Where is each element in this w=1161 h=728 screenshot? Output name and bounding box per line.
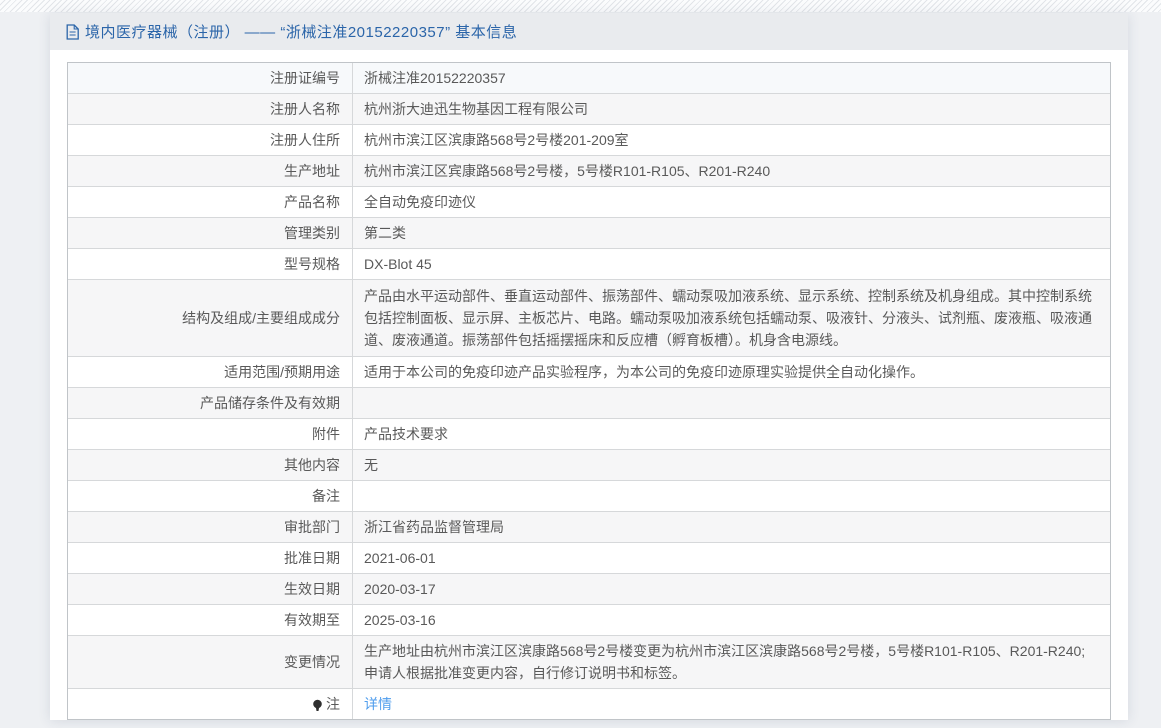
row-value: DX-Blot 45 — [364, 256, 432, 272]
row-value: 全自动免疫印迹仪 — [364, 194, 476, 210]
title-bar: 境内医疗器械（注册） —— “浙械注准20152220357” 基本信息 — [50, 13, 1128, 50]
row-value: 无 — [364, 457, 378, 473]
note-label: 注 — [326, 696, 340, 712]
row-value: 杭州浙大迪迅生物基因工程有限公司 — [364, 101, 588, 117]
row-value: 适用于本公司的免疫印迹产品实验程序，为本公司的免疫印迹原理实验提供全自动化操作。 — [364, 364, 924, 380]
row-value: 生产地址由杭州市滨江区滨康路568号2号楼变更为杭州市滨江区滨康路568号2号楼… — [364, 643, 1086, 681]
row-label: 结构及组成/主要组成成分 — [68, 280, 353, 356]
table-row-structure-composition: 结构及组成/主要组成成分 产品由水平运动部件、垂直运动部件、振荡部件、蠕动泵吸加… — [68, 280, 1110, 357]
row-label: 注册人住所 — [68, 125, 353, 155]
row-value: 2020-03-17 — [364, 581, 436, 597]
top-hatch-strip — [0, 0, 1161, 12]
table-row-expiry-date: 有效期至 2025-03-16 — [68, 605, 1110, 636]
row-label: 注册证编号 — [68, 63, 353, 93]
table-row-management-category: 管理类别 第二类 — [68, 218, 1110, 249]
page-title: 境内医疗器械（注册） —— “浙械注准20152220357” 基本信息 — [85, 24, 518, 41]
row-label: 适用范围/预期用途 — [68, 357, 353, 387]
row-label: 变更情况 — [68, 636, 353, 688]
row-label: 批准日期 — [68, 543, 353, 573]
row-label: 备注 — [68, 481, 353, 511]
row-value: 2025-03-16 — [364, 612, 436, 628]
row-label: 审批部门 — [68, 512, 353, 542]
table-row-approval-date: 批准日期 2021-06-01 — [68, 543, 1110, 574]
table-row-intended-use: 适用范围/预期用途 适用于本公司的免疫印迹产品实验程序，为本公司的免疫印迹原理实… — [68, 357, 1110, 388]
row-value: 浙江省药品监督管理局 — [364, 519, 504, 535]
row-value: 第二类 — [364, 225, 406, 241]
table-row-note: 注 详情 — [68, 689, 1110, 719]
row-label: 型号规格 — [68, 249, 353, 279]
row-value: 浙械注准20152220357 — [364, 70, 506, 86]
table-row-registrant-name: 注册人名称 杭州浙大迪迅生物基因工程有限公司 — [68, 94, 1110, 125]
table-row-other-content: 其他内容 无 — [68, 450, 1110, 481]
table-row-change-info: 变更情况 生产地址由杭州市滨江区滨康路568号2号楼变更为杭州市滨江区滨康路56… — [68, 636, 1110, 689]
row-value — [353, 481, 1110, 511]
row-value: 杭州市滨江区宾康路568号2号楼，5号楼R101-R105、R201-R240 — [364, 163, 771, 179]
row-label: 有效期至 — [68, 605, 353, 635]
document-icon — [65, 23, 80, 40]
row-value — [353, 388, 1110, 418]
row-label: 生效日期 — [68, 574, 353, 604]
table-row-effective-date: 生效日期 2020-03-17 — [68, 574, 1110, 605]
row-label: 附件 — [68, 419, 353, 449]
row-value: 杭州市滨江区滨康路568号2号楼201-209室 — [364, 132, 629, 148]
row-label: 注册人名称 — [68, 94, 353, 124]
row-value: 详情 — [353, 689, 1110, 719]
row-value: 产品技术要求 — [364, 426, 448, 442]
table-row-production-address: 生产地址 杭州市滨江区宾康路568号2号楼，5号楼R101-R105、R201-… — [68, 156, 1110, 187]
content-panel: 境内医疗器械（注册） —— “浙械注准20152220357” 基本信息 注册证… — [50, 13, 1128, 720]
row-value: 2021-06-01 — [364, 550, 436, 566]
row-value: 产品由水平运动部件、垂直运动部件、振荡部件、蠕动泵吸加液系统、显示系统、控制系统… — [364, 288, 1092, 348]
row-label: 产品储存条件及有效期 — [68, 388, 353, 418]
table-row-product-name: 产品名称 全自动免疫印迹仪 — [68, 187, 1110, 218]
row-label: 管理类别 — [68, 218, 353, 248]
detail-link[interactable]: 详情 — [364, 693, 392, 715]
table-row-remarks: 备注 — [68, 481, 1110, 512]
registration-info-table: 注册证编号 浙械注准20152220357 注册人名称 杭州浙大迪迅生物基因工程… — [67, 62, 1111, 720]
table-row-model-spec: 型号规格 DX-Blot 45 — [68, 249, 1110, 280]
table-row-registration-number: 注册证编号 浙械注准20152220357 — [68, 63, 1110, 94]
row-label: 其他内容 — [68, 450, 353, 480]
table-row-approval-department: 审批部门 浙江省药品监督管理局 — [68, 512, 1110, 543]
table-row-registrant-address: 注册人住所 杭州市滨江区滨康路568号2号楼201-209室 — [68, 125, 1110, 156]
table-row-storage-conditions: 产品储存条件及有效期 — [68, 388, 1110, 419]
row-label: 生产地址 — [68, 156, 353, 186]
bulb-icon — [312, 699, 323, 712]
row-label: 注 — [68, 689, 353, 719]
row-label: 产品名称 — [68, 187, 353, 217]
table-row-attachment: 附件 产品技术要求 — [68, 419, 1110, 450]
